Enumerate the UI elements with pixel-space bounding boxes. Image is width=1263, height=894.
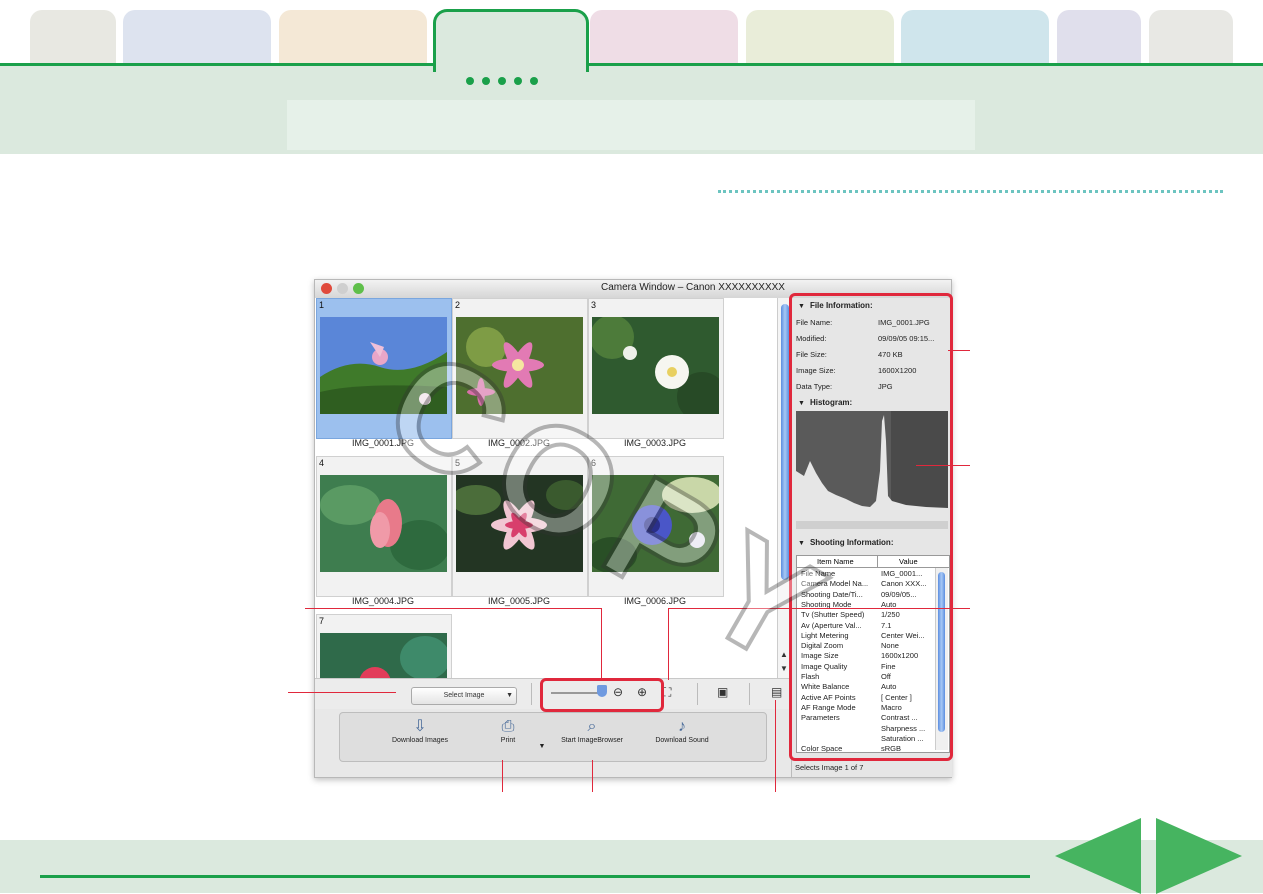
print-button[interactable]: ⎙ Print: [488, 717, 528, 744]
download-sound-label: Download Sound: [655, 737, 709, 744]
chevron-down-icon: ▼: [506, 692, 513, 699]
top-tab-bar: [0, 0, 1263, 66]
callout-line: [305, 608, 602, 609]
callout-line: [288, 692, 396, 693]
thumbnail-7[interactable]: 7: [315, 614, 452, 678]
toolbar-separator: [697, 683, 698, 705]
section-title-box: [287, 100, 975, 150]
callout-line: [775, 700, 776, 792]
print-menu-button[interactable]: ▼: [536, 743, 548, 750]
thumbnail-number: 4: [319, 458, 325, 468]
music-note-icon: ♪: [678, 718, 686, 735]
tab-9[interactable]: [1149, 10, 1233, 66]
previous-page-arrow-icon[interactable]: [1055, 818, 1141, 894]
tab-3[interactable]: [279, 10, 427, 66]
callout-line: [916, 465, 970, 466]
callout-line: [948, 350, 970, 351]
action-bar: ⇩ Download Images ⎙ Print ▼ ⌕ Start ImageBr…: [339, 712, 767, 762]
status-text: Selects Image 1 of 7: [795, 763, 864, 772]
callout-line: [592, 760, 593, 792]
toolbar-separator: [531, 683, 532, 705]
dotted-divider: [718, 190, 1223, 193]
tab-1[interactable]: [30, 10, 116, 66]
thumbnail-number: 3: [591, 300, 597, 310]
tab-5[interactable]: [590, 10, 738, 66]
zoom-controls-highlight: [540, 678, 664, 712]
printer-icon: ⎙: [501, 718, 515, 735]
tab-8[interactable]: [1057, 10, 1141, 66]
window-title: Camera Window – Canon XXXXXXXXXX: [601, 282, 785, 293]
tab-6[interactable]: [746, 10, 894, 66]
thumbnail-filename: IMG_0004.JPG: [351, 596, 415, 606]
camera-settings-icon[interactable]: ▣: [717, 685, 728, 699]
caret-down-icon: ▼: [538, 743, 546, 750]
download-sound-button[interactable]: ♪ Download Sound: [642, 717, 722, 744]
thumbnail-number: 1: [319, 300, 325, 310]
footer-line: [40, 875, 1030, 878]
thumbnail-number: 7: [319, 616, 325, 626]
start-imagebrowser-button[interactable]: ⌕ Start ImageBrowser: [552, 717, 632, 744]
select-image-label: Select Image: [443, 692, 485, 699]
select-image-dropdown[interactable]: Select Image ▼: [411, 687, 517, 705]
print-label: Print: [500, 737, 516, 744]
photo-image: [592, 317, 719, 414]
start-browser-label: Start ImageBrowser: [561, 737, 623, 744]
callout-line: [502, 760, 503, 792]
download-images-button[interactable]: ⇩ Download Images: [380, 717, 460, 744]
fit-view-icon[interactable]: ⛶: [663, 685, 671, 700]
next-page-arrow-icon[interactable]: [1156, 818, 1242, 894]
download-images-label: Download Images: [391, 737, 449, 744]
tab-2[interactable]: [123, 10, 271, 66]
tab-7[interactable]: [901, 10, 1049, 66]
page-indicator-dots: [466, 72, 556, 85]
tab-active[interactable]: [433, 9, 589, 72]
callout-line: [601, 608, 602, 680]
thumbnail-number: 2: [455, 300, 461, 310]
photo-image: [320, 633, 447, 678]
download-icon: ⇩: [413, 718, 427, 735]
thumbnail-filename: IMG_0005.JPG: [487, 596, 551, 606]
browser-icon: ⌕: [587, 718, 597, 735]
